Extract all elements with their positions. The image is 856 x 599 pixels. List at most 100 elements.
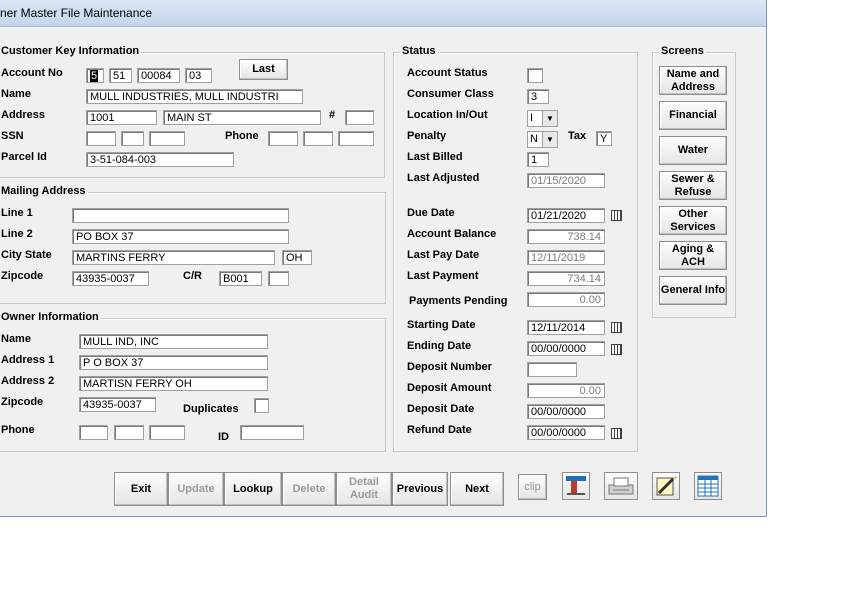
state-field[interactable]: OH <box>282 250 312 265</box>
last-payment-field: 734.14 <box>527 271 605 286</box>
owner-info-legend: Owner Information <box>0 311 101 323</box>
calendar-icon[interactable] <box>611 322 622 333</box>
pin-icon[interactable] <box>562 472 590 500</box>
cr-extra-field[interactable] <box>268 271 289 286</box>
line1-label: Line 1 <box>1 207 33 219</box>
clip-button[interactable]: clip <box>518 474 547 500</box>
line1-field[interactable] <box>72 208 289 223</box>
mailing-zip-field[interactable]: 43935-0037 <box>72 271 149 286</box>
parcel-field[interactable]: 3-51-084-003 <box>86 152 234 167</box>
starting-date-field[interactable]: 12/11/2014 <box>527 320 605 335</box>
last-pay-date-label: Last Pay Date <box>407 249 480 261</box>
calendar-icon[interactable] <box>611 344 622 355</box>
customer-key-legend: Customer Key Information <box>0 45 142 57</box>
mailing-address-legend: Mailing Address <box>0 185 88 197</box>
screen-sewer-refuse-button[interactable]: Sewer & Refuse <box>659 171 727 200</box>
deposit-number-field[interactable] <box>527 362 577 377</box>
spreadsheet-icon[interactable] <box>694 472 722 500</box>
owner-zip-field[interactable]: 43935-0037 <box>79 397 156 412</box>
account-no-part3[interactable]: 00084 <box>137 68 180 83</box>
chevron-down-icon[interactable]: ▼ <box>542 132 557 147</box>
ssn-part1[interactable] <box>86 131 116 146</box>
calendar-icon[interactable] <box>611 210 622 221</box>
printer-icon[interactable] <box>604 472 638 500</box>
consumer-class-label: Consumer Class <box>407 88 494 100</box>
owner-phone-area[interactable] <box>79 425 108 440</box>
notepad-icon[interactable] <box>652 472 680 500</box>
last-button[interactable]: Last <box>239 59 288 80</box>
calendar-icon[interactable] <box>611 428 622 439</box>
name-label: Name <box>1 88 31 100</box>
screen-general-info-button[interactable]: General Info <box>659 276 727 305</box>
previous-button[interactable]: Previous <box>392 472 448 506</box>
balance-label: Account Balance <box>407 228 497 240</box>
screen-water-button[interactable]: Water <box>659 136 727 165</box>
penalty-label: Penalty <box>407 130 447 142</box>
phone-label: Phone <box>225 130 259 142</box>
deposit-amount-label: Deposit Amount <box>407 382 492 394</box>
city-state-label: City State <box>1 249 52 261</box>
location-value: I <box>530 112 534 124</box>
due-date-field[interactable]: 01/21/2020 <box>527 208 605 223</box>
line2-label: Line 2 <box>1 228 33 240</box>
name-field[interactable]: MULL INDUSTRIES, MULL INDUSTRI <box>86 89 303 104</box>
city-field[interactable]: MARTINS FERRY <box>72 250 275 265</box>
payments-pending-label: Payments Pending <box>409 295 508 307</box>
owner-name-field[interactable]: MULL IND, INC <box>79 334 268 349</box>
owner-addr1-field[interactable]: P O BOX 37 <box>79 355 268 370</box>
phone-prefix[interactable] <box>303 131 333 146</box>
penalty-dropdown[interactable]: N ▼ <box>527 131 558 148</box>
tax-field[interactable]: Y <box>596 131 612 146</box>
cr-field[interactable]: B001 <box>219 271 262 286</box>
screen-aging-ach-button[interactable]: Aging & ACH <box>659 241 727 270</box>
refund-date-field[interactable]: 00/00/0000 <box>527 425 605 440</box>
update-button[interactable]: Update <box>168 472 224 506</box>
address-label: Address <box>1 109 46 121</box>
account-status-field[interactable] <box>527 68 543 83</box>
payments-pending-field: 0.00 <box>527 292 605 307</box>
exit-button[interactable]: Exit <box>114 472 168 506</box>
location-dropdown[interactable]: I ▼ <box>527 110 558 127</box>
consumer-class-field[interactable]: 3 <box>527 89 549 104</box>
screen-financial-button[interactable]: Financial <box>659 101 727 130</box>
penalty-value: N <box>530 133 538 145</box>
deposit-date-field[interactable]: 00/00/0000 <box>527 404 605 419</box>
phone-line[interactable] <box>338 131 374 146</box>
last-billed-field[interactable]: 1 <box>527 152 549 167</box>
last-payment-label: Last Payment <box>407 270 479 282</box>
lookup-button[interactable]: Lookup <box>224 472 282 506</box>
owner-id-field[interactable] <box>240 425 304 440</box>
balance-field: 738.14 <box>527 229 605 244</box>
line2-field[interactable]: PO BOX 37 <box>72 229 289 244</box>
address-number-field[interactable]: 1001 <box>86 110 157 125</box>
delete-button[interactable]: Delete <box>282 472 336 506</box>
next-button[interactable]: Next <box>450 472 504 506</box>
cr-label: C/R <box>183 270 202 282</box>
owner-id-label: ID <box>218 431 229 443</box>
account-no-part2[interactable]: 51 <box>109 68 132 83</box>
chevron-down-icon[interactable]: ▼ <box>542 111 557 126</box>
account-no-part1[interactable]: 5 <box>86 68 104 83</box>
status-legend: Status <box>400 45 438 57</box>
address-street-field[interactable]: MAIN ST <box>163 110 321 125</box>
owner-phone-label: Phone <box>1 424 35 436</box>
owner-phone-line[interactable] <box>149 425 185 440</box>
duplicates-label: Duplicates <box>183 403 239 415</box>
account-no-part4[interactable]: 03 <box>185 68 212 83</box>
refund-date-label: Refund Date <box>407 424 472 436</box>
account-status-label: Account Status <box>407 67 488 79</box>
title-bar: ner Master File Maintenance <box>0 0 766 27</box>
location-label: Location In/Out <box>407 109 488 121</box>
owner-phone-prefix[interactable] <box>114 425 144 440</box>
detail-audit-button[interactable]: Detail Audit <box>336 472 392 506</box>
owner-addr1-label: Address 1 <box>1 354 55 366</box>
owner-addr2-field[interactable]: MARTISN FERRY OH <box>79 376 268 391</box>
ssn-part3[interactable] <box>149 131 185 146</box>
duplicates-checkbox[interactable] <box>254 398 269 413</box>
screen-other-services-button[interactable]: Other Services <box>659 206 727 235</box>
unit-field[interactable] <box>345 110 374 125</box>
phone-area[interactable] <box>268 131 298 146</box>
ssn-part2[interactable] <box>121 131 144 146</box>
screen-name-address-button[interactable]: Name and Address <box>659 66 727 95</box>
ending-date-field[interactable]: 00/00/0000 <box>527 341 605 356</box>
